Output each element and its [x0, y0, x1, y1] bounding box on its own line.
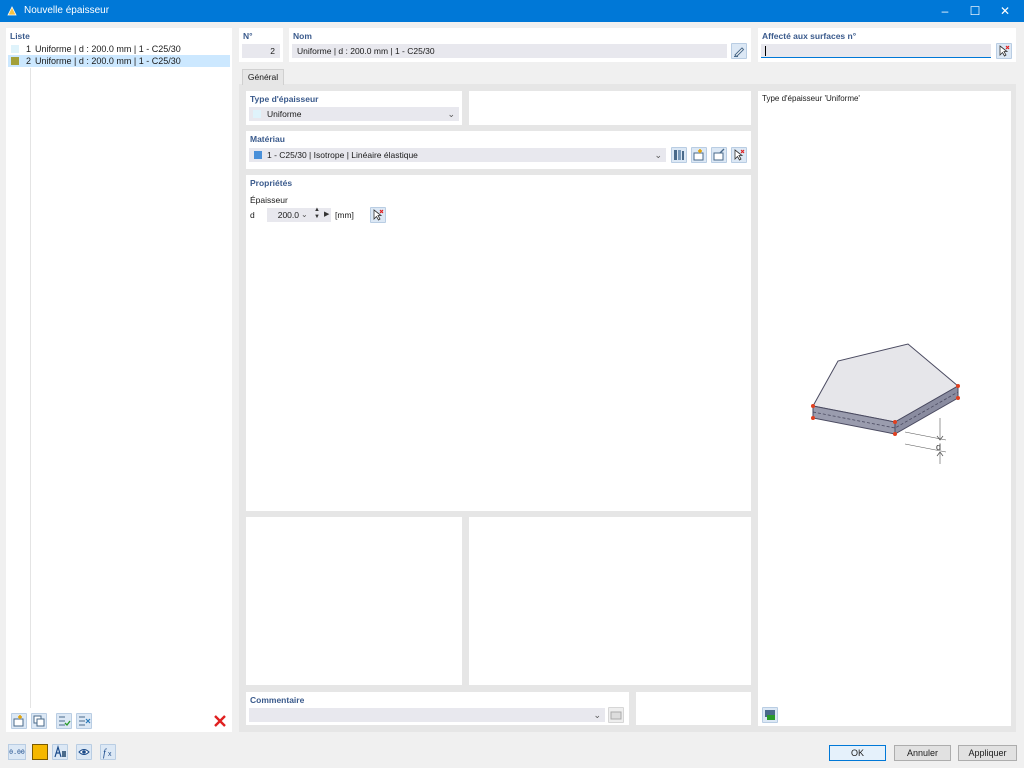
chevron-down-icon: ⌄ [654, 150, 662, 160]
thickness-symbol: d [250, 210, 255, 220]
thickness-info-button[interactable] [370, 207, 386, 223]
list-tree-line [30, 68, 31, 708]
new-material-button[interactable] [691, 147, 707, 163]
units-button[interactable] [52, 744, 68, 760]
blank-panel-comment-right [636, 692, 751, 725]
chevron-down-icon: ⌄ [593, 710, 601, 720]
type-swatch [253, 110, 261, 118]
name-field[interactable]: Uniforme | d : 200.0 mm | 1 - C25/30 [292, 44, 727, 58]
dimension-label: d [936, 442, 941, 452]
thickness-label: Épaisseur [250, 195, 288, 205]
blank-panel-top-right [469, 91, 751, 125]
list-item-text: Uniforme | d : 200.0 mm | 1 - C25/30 [35, 56, 181, 66]
thickness-unit: [mm] [335, 210, 354, 220]
name-panel: Nom Uniforme | d : 200.0 mm | 1 - C25/30 [289, 28, 751, 62]
minimize-button[interactable]: – [930, 0, 960, 22]
comment-label: Commentaire [250, 695, 305, 705]
comment-input[interactable]: ⌄ [249, 708, 605, 722]
copy-item-button[interactable] [31, 713, 47, 729]
material-select[interactable]: 1 - C25/30 | Isotrope | Linéaire élastiq… [249, 148, 666, 162]
delete-material-button[interactable] [731, 147, 747, 163]
list-item-swatch [11, 45, 19, 53]
preview-panel: Type d'épaisseur 'Uniforme' d [758, 91, 1011, 726]
svg-text:x: x [108, 751, 112, 758]
new-item-button[interactable] [11, 713, 27, 729]
thickness-type-label: Type d'épaisseur [250, 94, 319, 104]
apply-label: Appliquer [968, 748, 1007, 758]
uncheck-all-button[interactable] [76, 713, 92, 729]
number-field[interactable]: 2 [242, 44, 280, 58]
blank-panel-lower-right [469, 517, 751, 685]
function-button[interactable]: fx [100, 744, 116, 760]
chevron-down-icon[interactable]: ⌄ [301, 208, 308, 222]
select-surfaces-button[interactable] [996, 43, 1012, 59]
blank-panel-lower-left [246, 517, 462, 685]
tab-general[interactable]: Général [242, 69, 284, 85]
list-item-selected[interactable]: 2 Uniforme | d : 200.0 mm | 1 - C25/30 [8, 55, 230, 67]
list-item-text: Uniforme | d : 200.0 mm | 1 - C25/30 [35, 44, 181, 54]
cancel-label: Annuler [906, 748, 939, 758]
apply-button[interactable]: Appliquer [958, 745, 1017, 761]
properties-label: Propriétés [250, 178, 293, 188]
number-label: N° [243, 31, 253, 41]
decimals-badge: 0.00 [9, 748, 25, 756]
name-value: Uniforme | d : 200.0 mm | 1 - C25/30 [297, 46, 435, 56]
svg-text:f: f [103, 748, 107, 759]
list-item[interactable]: 1 Uniforme | d : 200.0 mm | 1 - C25/30 [8, 43, 230, 55]
list-item-swatch [11, 57, 19, 65]
chevron-down-icon: ⌄ [447, 109, 455, 119]
view-button[interactable] [76, 744, 92, 760]
thickness-type-panel: Type d'épaisseur Uniforme ⌄ [246, 91, 462, 125]
edit-material-button[interactable] [711, 147, 727, 163]
material-label: Matériau [250, 134, 285, 144]
properties-panel: Propriétés Épaisseur d 200.0 ⌄ ▲ ▼ ▶ [mm] [246, 175, 751, 511]
preview-options-button[interactable] [762, 707, 778, 723]
material-panel: Matériau 1 - C25/30 | Isotrope | Linéair… [246, 131, 751, 169]
material-swatch [254, 151, 262, 159]
preview-title: Type d'épaisseur 'Uniforme' [762, 94, 860, 103]
ok-button[interactable]: OK [829, 745, 886, 761]
edit-name-button[interactable] [731, 43, 747, 59]
assigned-label: Affecté aux surfaces n° [762, 31, 857, 41]
list-header: Liste [10, 31, 30, 41]
list-item-number: 2 [26, 56, 32, 66]
assigned-surfaces-input[interactable] [761, 44, 991, 58]
comment-edit-button[interactable] [608, 707, 624, 723]
thickness-type-value: Uniforme [267, 109, 302, 119]
assigned-panel: Affecté aux surfaces n° [758, 28, 1016, 62]
play-arrow-icon[interactable]: ▶ [324, 208, 329, 222]
thickness-diagram: d [811, 343, 960, 464]
spinner-icon[interactable]: ▲ ▼ [314, 207, 320, 221]
list-panel: Liste 1 Uniforme | d : 200.0 mm | 1 - C2… [6, 28, 232, 732]
number-panel: N° 2 [239, 28, 283, 62]
decimals-button[interactable]: 0.00 [8, 744, 26, 760]
color-swatch-button[interactable] [32, 744, 48, 760]
thickness-input[interactable]: 200.0 ⌄ ▲ ▼ ▶ [267, 207, 331, 222]
maximize-button[interactable]: ☐ [960, 0, 990, 22]
number-value: 2 [270, 46, 275, 56]
window-title: Nouvelle épaisseur [24, 5, 110, 16]
thickness-value: 200.0 [277, 210, 299, 220]
cancel-button[interactable]: Annuler [894, 745, 951, 761]
material-value: 1 - C25/30 | Isotrope | Linéaire élastiq… [267, 150, 418, 160]
check-all-button[interactable] [56, 713, 72, 729]
list-item-number: 1 [26, 44, 32, 54]
app-icon [7, 6, 17, 16]
name-label: Nom [293, 31, 312, 41]
text-cursor [765, 46, 766, 56]
delete-icon[interactable] [212, 713, 228, 729]
material-library-button[interactable] [671, 147, 687, 163]
comment-panel: Commentaire ⌄ [246, 692, 629, 725]
close-window-button[interactable]: ✕ [990, 0, 1020, 22]
title-bar: Nouvelle épaisseur – ☐ ✕ [0, 0, 1024, 22]
ok-label: OK [850, 748, 864, 758]
thickness-type-select[interactable]: Uniforme ⌄ [249, 107, 459, 121]
tab-label: Général [247, 72, 279, 82]
